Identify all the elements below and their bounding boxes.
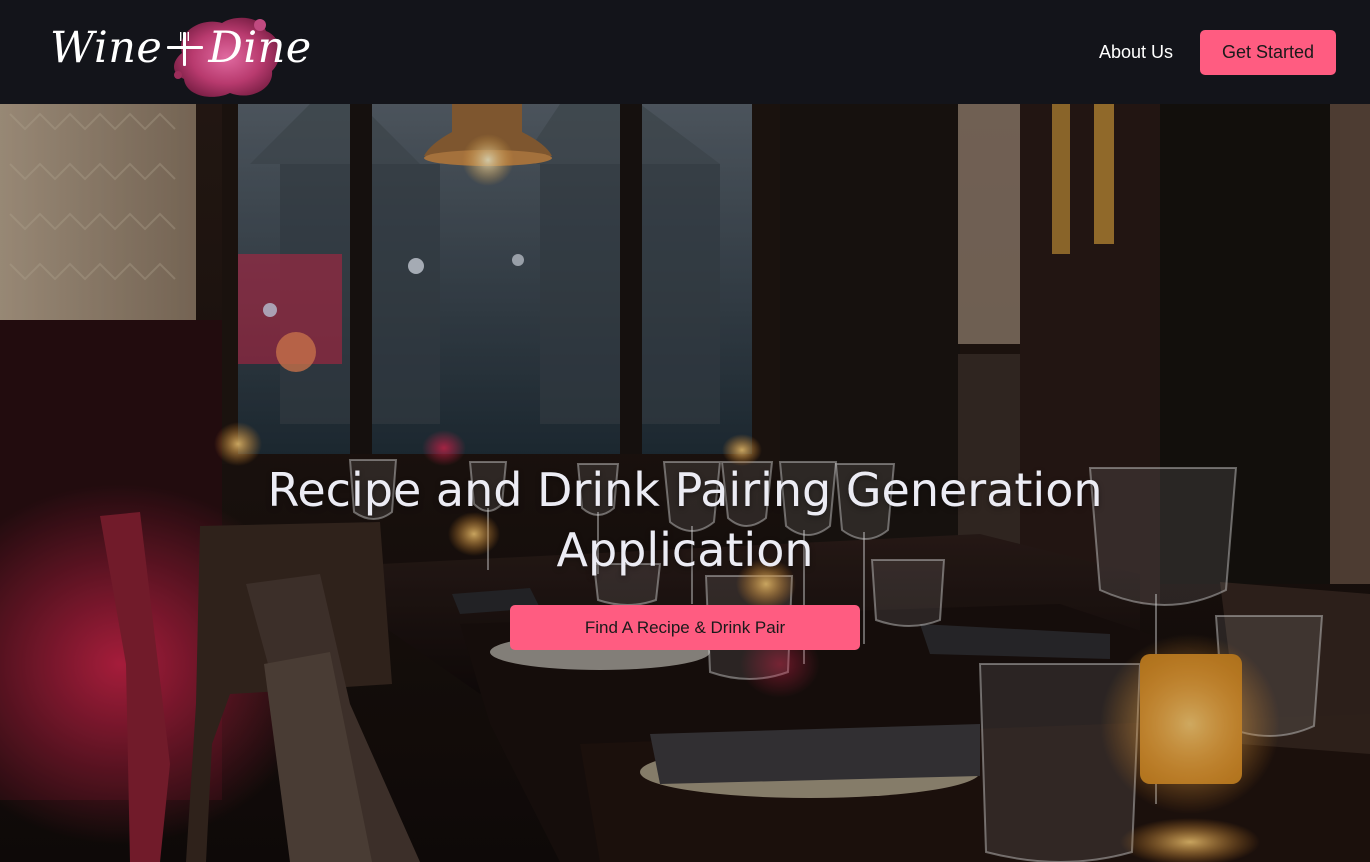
hero-title: Recipe and Drink Pairing Generation Appl… bbox=[267, 463, 1103, 577]
navbar: Wine Dine About Us Get Started bbox=[0, 0, 1370, 104]
brand-logo[interactable]: Wine Dine bbox=[50, 7, 320, 97]
fork-knife-icon bbox=[167, 32, 204, 66]
hero-content: Recipe and Drink Pairing Generation Appl… bbox=[0, 460, 1370, 650]
logo-word-left: Wine bbox=[50, 23, 163, 73]
find-recipe-drink-pair-button[interactable]: Find A Recipe & Drink Pair bbox=[510, 605, 860, 650]
hero-section: Recipe and Drink Pairing Generation Appl… bbox=[0, 104, 1370, 862]
about-us-link[interactable]: About Us bbox=[1099, 42, 1173, 63]
nav-links: About Us Get Started bbox=[1099, 29, 1336, 75]
get-started-button[interactable]: Get Started bbox=[1200, 29, 1336, 75]
logo-word-right: Dine bbox=[208, 23, 312, 73]
